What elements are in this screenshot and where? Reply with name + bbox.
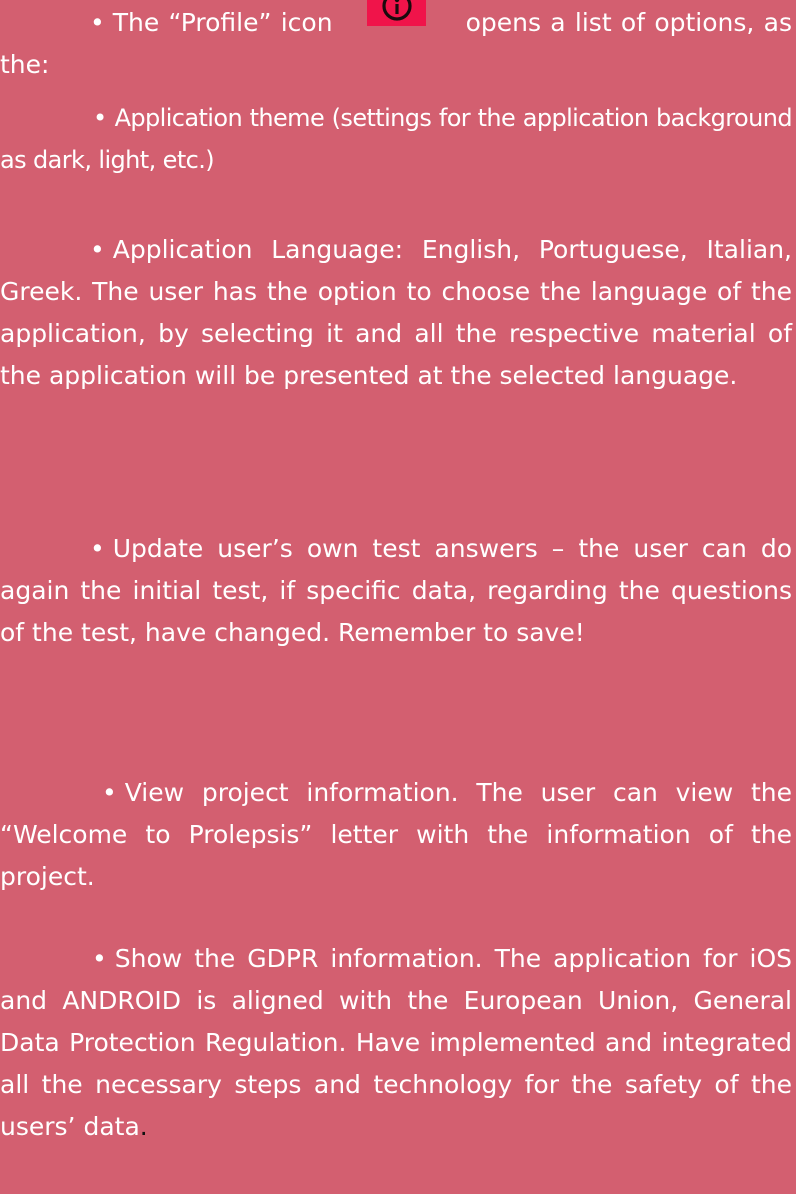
- update-text: Update user’s own test answers – the use…: [0, 534, 792, 647]
- language-paragraph: • Application Language: English, Portugue…: [0, 229, 796, 397]
- bullet: •: [90, 8, 105, 37]
- bullet: •: [92, 944, 107, 973]
- bullet: •: [93, 104, 107, 132]
- final-period: .: [139, 1112, 148, 1141]
- project-text: View project information. The user can v…: [0, 778, 792, 891]
- bullet: •: [90, 534, 105, 563]
- info-circle-icon: [366, 0, 426, 26]
- bullet: •: [90, 235, 105, 264]
- language-text: Application Language: English, Portugues…: [0, 235, 792, 390]
- bullet: •: [102, 778, 117, 807]
- gdpr-paragraph: • Show the GDPR information. The applicat…: [0, 938, 796, 1148]
- document-page: • The “Profile” icon opens a list of optio…: [0, 0, 796, 1194]
- profile-text-start: The “Profile” icon: [112, 8, 333, 37]
- theme-text: Application theme (settings for the appl…: [0, 104, 793, 174]
- profile-paragraph: • The “Profile” icon opens a list of optio…: [0, 0, 796, 86]
- update-paragraph: • Update user’s own test answers – the us…: [0, 528, 796, 654]
- project-paragraph: • View project information. The user can …: [0, 772, 796, 898]
- info-circle-icon-glyph: [381, 0, 412, 21]
- gdpr-text: Show the GDPR information. The applicati…: [0, 944, 792, 1141]
- theme-paragraph: • Application theme (settings for the app…: [0, 97, 796, 181]
